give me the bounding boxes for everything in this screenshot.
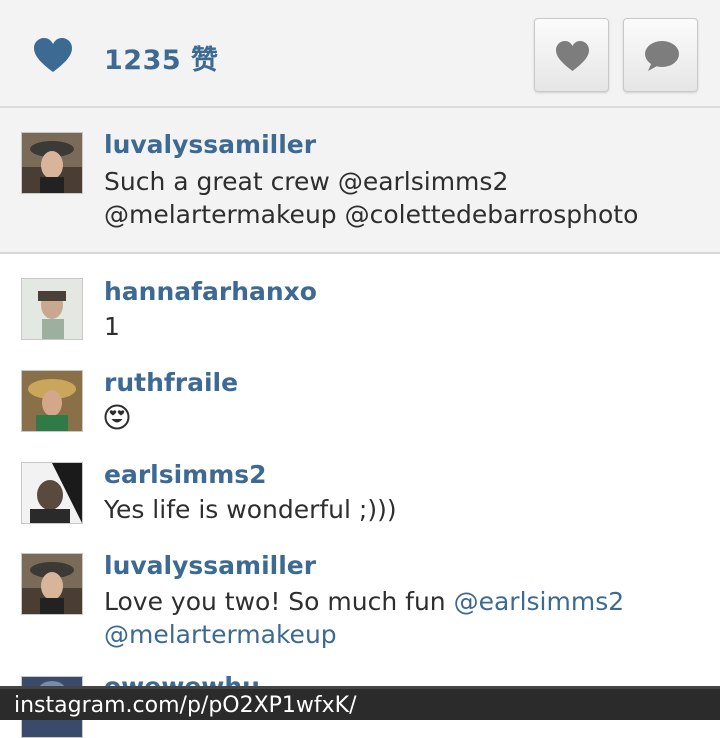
comment-text: Yes life is wonderful ;))) xyxy=(104,495,397,524)
speech-bubble-icon xyxy=(645,41,679,71)
comment-text-body: Love you two! So much fun xyxy=(104,587,454,616)
caption-text-line: Such a great crew @earlsimms2 xyxy=(104,167,509,196)
caption-text-line: @melartermakeup @colettedebarrosphoto xyxy=(104,200,639,229)
like-button[interactable] xyxy=(534,18,609,92)
heart-icon xyxy=(556,41,589,71)
mention-link[interactable]: @earlsimms2 xyxy=(454,587,625,616)
heart-eyes-emoji-icon xyxy=(104,404,130,430)
mention-link[interactable]: @melartermakeup xyxy=(104,620,337,649)
avatar[interactable] xyxy=(21,132,83,194)
avatar[interactable] xyxy=(21,370,83,432)
heart-icon xyxy=(34,38,72,72)
likes-bar: 1235 赞 xyxy=(0,0,720,108)
comment-username[interactable]: earlsimms2 xyxy=(104,460,267,489)
caption-text: Such a great crew @earlsimms2 @melarterm… xyxy=(104,165,704,231)
comment-username[interactable]: ruthfraile xyxy=(104,368,238,397)
avatar[interactable] xyxy=(21,553,83,615)
comment-username[interactable]: luvalyssamiller xyxy=(104,551,316,580)
caption-username[interactable]: luvalyssamiller xyxy=(104,130,316,159)
comment-text: 1 xyxy=(104,312,120,341)
like-count[interactable]: 1235 赞 xyxy=(104,38,219,77)
url-text[interactable]: instagram.com/p/pO2XP1wfxK/ xyxy=(14,693,357,718)
caption-block: luvalyssamiller Such a great crew @earls… xyxy=(0,108,720,254)
browser-url-bar[interactable]: instagram.com/p/pO2XP1wfxK/ xyxy=(0,686,720,720)
avatar[interactable] xyxy=(21,462,83,524)
comment-username[interactable]: hannafarhanxo xyxy=(104,277,317,306)
avatar[interactable] xyxy=(21,278,83,340)
comment-button[interactable] xyxy=(623,18,698,92)
comment-text: Love you two! So much fun @earlsimms2 @m… xyxy=(104,585,704,651)
